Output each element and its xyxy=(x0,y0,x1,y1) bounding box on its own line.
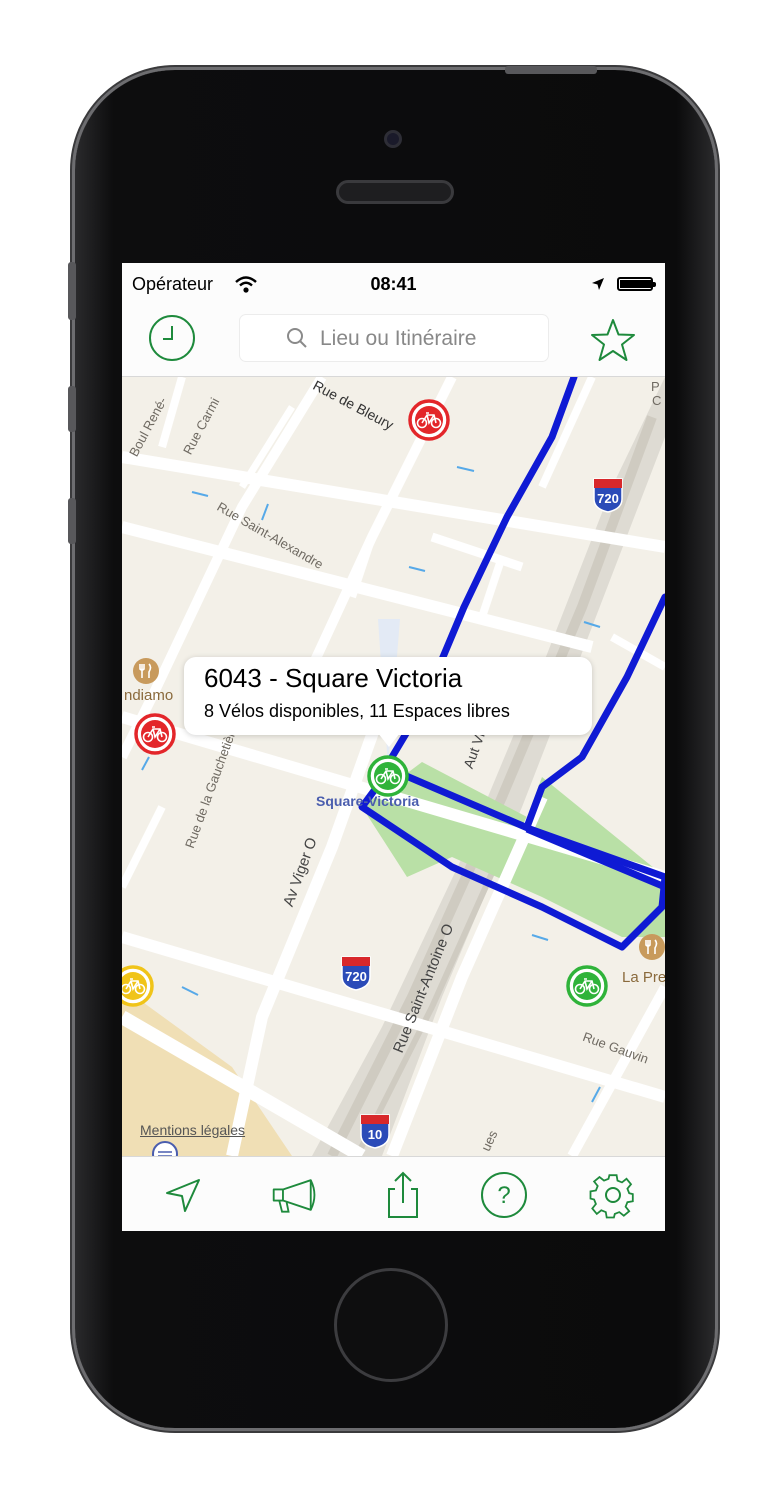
highway-shield: 720 xyxy=(340,955,372,991)
location-arrow-icon xyxy=(166,1179,200,1212)
highway-shield: 10 xyxy=(359,1113,391,1149)
station-callout[interactable]: 6043 - Square Victoria 8 Vélos disponibl… xyxy=(184,657,592,735)
help-icon: ? xyxy=(481,1172,527,1218)
settings-gear-icon xyxy=(589,1174,634,1219)
volume-up-button xyxy=(68,386,76,432)
mute-switch xyxy=(68,262,76,320)
megaphone-icon xyxy=(272,1179,316,1213)
location-services-icon xyxy=(592,278,604,290)
share-button[interactable] xyxy=(378,1171,428,1219)
bike-station-green-icon[interactable] xyxy=(566,965,608,1007)
metro-station-label: Square-Victoria xyxy=(316,793,420,809)
bike-station-yellow-icon[interactable] xyxy=(122,965,154,1007)
favorites-star-icon[interactable] xyxy=(589,317,637,363)
search-icon xyxy=(287,328,307,348)
volume-down-button xyxy=(68,498,76,544)
callout-subtitle: 8 Vélos disponibles, 11 Espaces libres xyxy=(204,701,510,721)
announce-button[interactable] xyxy=(270,1171,320,1219)
locate-me-button[interactable] xyxy=(158,1171,208,1219)
restaurant-poi-icon[interactable] xyxy=(132,657,160,685)
home-button[interactable] xyxy=(334,1268,448,1382)
history-clock-button[interactable] xyxy=(149,315,195,361)
battery-icon xyxy=(617,277,656,291)
bike-station-selected-green-icon[interactable] xyxy=(367,755,409,797)
search-placeholder: Lieu ou Itinéraire xyxy=(320,327,477,350)
callout-title: 6043 - Square Victoria xyxy=(204,663,463,693)
search-input[interactable]: Lieu ou Itinéraire xyxy=(240,315,548,361)
earpiece-speaker xyxy=(336,180,454,204)
screen: Opérateur 08:41 Lieu ou Itinéraire Boul … xyxy=(122,263,665,1231)
metro-icon xyxy=(152,1141,178,1156)
power-button xyxy=(505,66,597,74)
status-time: 08:41 xyxy=(370,274,417,294)
legal-notice-link[interactable]: Mentions légales xyxy=(140,1122,245,1138)
navigation-bar: Lieu ou Itinéraire xyxy=(122,303,665,377)
status-bar: Opérateur 08:41 xyxy=(122,263,665,303)
bike-station-red-icon[interactable] xyxy=(134,713,176,755)
poi-label: ndiamo xyxy=(124,687,174,704)
bike-station-red-icon[interactable] xyxy=(408,399,450,441)
street-label: C xyxy=(652,393,662,408)
map-view[interactable]: Boul René- Rue Carmi Rue de Bleury Rue S… xyxy=(122,377,665,1156)
settings-button[interactable] xyxy=(588,1171,638,1219)
poi-label: La Pre xyxy=(622,969,665,986)
svg-text:?: ? xyxy=(497,1182,510,1209)
help-button[interactable]: ? xyxy=(479,1171,529,1219)
callout-tail xyxy=(378,733,400,747)
restaurant-poi-icon[interactable] xyxy=(638,933,665,961)
street-label: P xyxy=(651,379,660,394)
bottom-toolbar: ? xyxy=(122,1156,665,1231)
clock-icon xyxy=(163,326,173,340)
front-camera xyxy=(384,130,402,148)
share-icon xyxy=(388,1171,418,1218)
highway-shield: 720 xyxy=(592,477,624,513)
